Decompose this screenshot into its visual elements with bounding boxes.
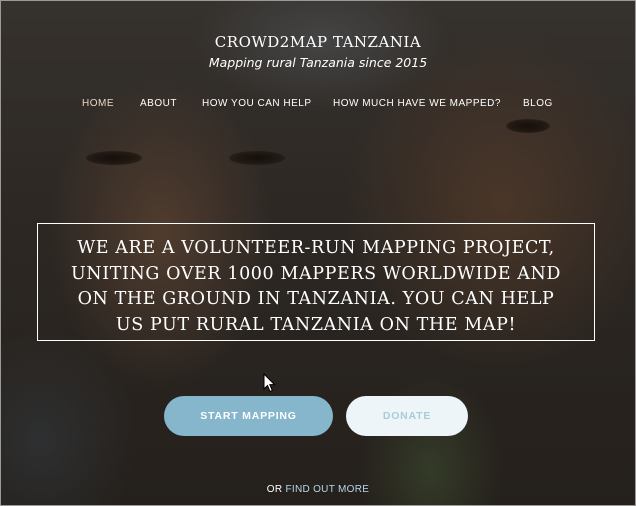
find-out-more: OR FIND OUT MORE bbox=[1, 484, 635, 495]
mission-line: ON THE GROUND IN TANZANIA. YOU CAN HELP bbox=[77, 289, 555, 309]
donate-button[interactable]: DONATE bbox=[346, 396, 468, 436]
find-more-prefix: OR bbox=[266, 484, 283, 495]
nav-item-how-you-can-help[interactable]: HOW YOU CAN HELP bbox=[202, 98, 312, 109]
start-mapping-button[interactable]: START MAPPING bbox=[164, 396, 333, 436]
nav-item-how-much-mapped[interactable]: HOW MUCH HAVE WE MAPPED? bbox=[333, 98, 501, 109]
mouse-pointer-icon bbox=[263, 373, 276, 393]
find-out-more-link[interactable]: FIND OUT MORE bbox=[285, 484, 369, 495]
mission-line: WE ARE A VOLUNTEER-RUN MAPPING PROJECT, bbox=[77, 238, 555, 258]
main-nav: HOME ABOUT HOW YOU CAN HELP HOW MUCH HAV… bbox=[1, 98, 635, 114]
site-tagline: Mapping rural Tanzania since 2015 bbox=[208, 55, 428, 70]
nav-item-home[interactable]: HOME bbox=[82, 98, 114, 109]
mission-statement: WE ARE A VOLUNTEER-RUN MAPPING PROJECT, … bbox=[48, 236, 584, 338]
mission-line: US PUT RURAL TANZANIA ON THE MAP! bbox=[115, 314, 517, 335]
site-title[interactable]: CROWD2MAP TANZANIA bbox=[1, 33, 635, 51]
nav-item-blog[interactable]: BLOG bbox=[523, 98, 553, 109]
browser-viewport: CROWD2MAP TANZANIA Mapping rural Tanzani… bbox=[0, 0, 636, 506]
hero-section: CROWD2MAP TANZANIA Mapping rural Tanzani… bbox=[1, 1, 635, 505]
mission-line: UNITING OVER 1000 MAPPERS WORLDWIDE AND bbox=[70, 263, 562, 284]
nav-item-about[interactable]: ABOUT bbox=[140, 98, 177, 109]
mission-statement-box: WE ARE A VOLUNTEER-RUN MAPPING PROJECT, … bbox=[37, 223, 595, 341]
